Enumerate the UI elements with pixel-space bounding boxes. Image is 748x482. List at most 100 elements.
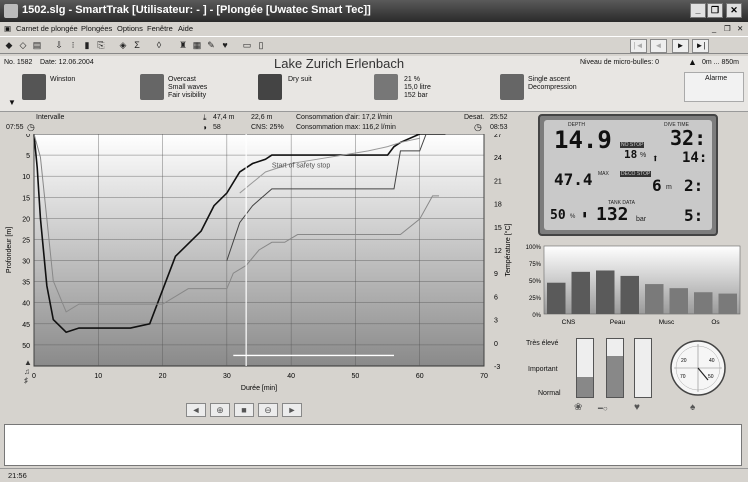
dive-icon[interactable]: ♜ bbox=[176, 39, 190, 52]
computer-icon[interactable]: ▦ bbox=[190, 39, 204, 52]
lcd-oxygen-percent: % bbox=[570, 214, 576, 220]
x-tick-label: 10 bbox=[94, 373, 102, 380]
lcd-deco-unit: m bbox=[666, 184, 672, 191]
last-dive-button[interactable]: ►| bbox=[692, 39, 709, 53]
expand-icon[interactable]: ▼ bbox=[8, 98, 16, 107]
next-dive-button[interactable]: ► bbox=[672, 39, 689, 53]
y2-tick-label: 0 bbox=[494, 341, 498, 348]
window-split-icon[interactable]: ▯ bbox=[254, 39, 268, 52]
playback-back-button[interactable]: ◄ bbox=[186, 403, 206, 417]
x-tick-label: 30 bbox=[223, 373, 231, 380]
alarm-box: Alarme bbox=[684, 72, 744, 102]
mdi-minimize-button[interactable]: _ bbox=[712, 24, 716, 33]
print-icon[interactable]: ▤ bbox=[30, 39, 44, 52]
gas-pressure: 152 bar bbox=[404, 92, 428, 99]
delete-icon[interactable]: ▮ bbox=[80, 39, 94, 52]
window-icon[interactable]: ▭ bbox=[240, 39, 254, 52]
altitude-range: 0m ... 850m bbox=[702, 59, 739, 66]
y-axis-label: Profondeur [m] bbox=[6, 227, 13, 273]
tissue-bar bbox=[718, 293, 737, 314]
stop-button[interactable]: ■ bbox=[234, 403, 254, 417]
playback-forward-button[interactable]: ► bbox=[282, 403, 302, 417]
tissue-y-tick: 75% bbox=[529, 262, 542, 268]
lcd-dive-time: 32: bbox=[670, 126, 707, 150]
air-consumption: Consommation d'air: 17,2 l/min bbox=[296, 114, 393, 121]
download-icon[interactable]: ⇩ bbox=[52, 39, 66, 52]
suit-type: Dry suit bbox=[288, 76, 312, 83]
tissue-bar bbox=[596, 270, 615, 314]
compass-tick-20: 20 bbox=[681, 358, 687, 364]
x-tick-label: 40 bbox=[287, 373, 295, 380]
mdi-restore-button[interactable]: ❐ bbox=[724, 24, 731, 33]
logbook-icon[interactable]: ◆ bbox=[2, 39, 16, 52]
dive-location: Lake Zurich Erlenbach bbox=[274, 56, 405, 71]
dive-info-header: No. 1582 Date: 12.06.2004 Lake Zurich Er… bbox=[0, 56, 748, 112]
previous-dive-button[interactable]: ◄ bbox=[650, 39, 667, 53]
dive-profile-chart[interactable]: 0 10 20 30 40 50 60 700510152025303540455027242… bbox=[0, 134, 514, 402]
gas-oxygen: 21 % bbox=[404, 76, 420, 83]
max-depth-icon: ⤓ bbox=[203, 113, 207, 122]
workload-panel: Très élevé Important Normal ❀ ━○ ♥ 20 40… bbox=[518, 334, 746, 422]
tissue-category-label: Os bbox=[711, 319, 720, 326]
workload-fill-2 bbox=[607, 356, 623, 397]
lcd-pressure: 132 bbox=[596, 204, 629, 225]
bubbles-icon: ❀ bbox=[574, 402, 583, 413]
lcd-deco-label: DECO STOP bbox=[620, 171, 652, 177]
title-bar: 1502.slg - SmartTrak [Utilisateur: - ] -… bbox=[0, 0, 748, 22]
dive-number: No. 1582 bbox=[4, 59, 33, 66]
menu-carnet[interactable]: Carnet de plongée bbox=[16, 24, 78, 33]
tissue-y-tick: 100% bbox=[526, 245, 542, 251]
lcd-stop-time: 14: bbox=[682, 150, 708, 166]
first-dive-button[interactable]: |◄ bbox=[630, 39, 647, 53]
compass-tick-50: 50 bbox=[708, 374, 714, 380]
location-icon[interactable]: ◊ bbox=[152, 39, 166, 52]
diver-icon[interactable]: ◈ bbox=[116, 39, 130, 52]
workload-normal-label: Normal bbox=[538, 390, 561, 397]
y2-tick-label: 21 bbox=[494, 178, 502, 185]
open-icon[interactable]: ◇ bbox=[16, 39, 30, 52]
sum-icon[interactable]: Σ bbox=[130, 39, 144, 52]
water-temp: 58 bbox=[213, 124, 221, 131]
app-icon bbox=[4, 4, 18, 18]
menu-fenetre[interactable]: Fenêtre bbox=[147, 24, 173, 33]
settings-icon[interactable]: ⁝ bbox=[66, 39, 80, 52]
zoom-in-button[interactable]: ⊕ bbox=[210, 403, 230, 417]
y2-tick-label: 27 bbox=[494, 134, 502, 139]
maximize-button[interactable]: ❐ bbox=[707, 3, 723, 18]
menu-icon[interactable]: ▣ bbox=[4, 24, 11, 33]
profile-ascent: Single ascent bbox=[528, 76, 571, 83]
y2-tick-label: 6 bbox=[494, 294, 498, 301]
avg-depth: 22,6 m bbox=[251, 114, 273, 121]
buddy-photo bbox=[22, 74, 46, 100]
y2-tick-label: 15 bbox=[494, 225, 502, 232]
compass-tick-40: 40 bbox=[709, 358, 715, 364]
chat-icon[interactable]: ✎ bbox=[204, 39, 218, 52]
heart-icon[interactable]: ♥ bbox=[218, 39, 232, 52]
lcd-percent: 18 bbox=[624, 148, 638, 161]
minimize-button[interactable]: _ bbox=[690, 3, 706, 18]
desat-label: Desat. bbox=[464, 114, 485, 121]
close-button[interactable]: ✕ bbox=[726, 3, 742, 18]
lcd-deco-depth: 6 bbox=[652, 176, 662, 195]
mdi-close-button[interactable]: ✕ bbox=[737, 24, 743, 33]
notes-textarea[interactable] bbox=[4, 424, 742, 466]
tissue-y-tick: 0% bbox=[532, 313, 541, 319]
y-tick-label: 0 bbox=[26, 134, 30, 139]
lcd-max-label: MAX bbox=[598, 171, 609, 177]
zoom-out-button[interactable]: ⊖ bbox=[258, 403, 278, 417]
dive-profile-panel: Intervalle 07:55 ◷ ⤓ 47,4 m 22,6 m ◑ 58 … bbox=[0, 112, 514, 400]
x-tick-label: 60 bbox=[416, 373, 424, 380]
menu-aide[interactable]: Aide bbox=[178, 24, 193, 33]
menu-plongees[interactable]: Plongées bbox=[81, 24, 112, 33]
lcd-oxygen: 50 bbox=[550, 208, 566, 223]
mountain-icon: ▲ bbox=[688, 57, 697, 67]
slider-icon: ━○ bbox=[598, 404, 608, 413]
tank-photo bbox=[374, 74, 398, 100]
weather-line-1: Overcast bbox=[168, 76, 197, 83]
y2-tick-label: -3 bbox=[494, 364, 500, 371]
copy-icon[interactable]: ⎘ bbox=[94, 39, 108, 52]
y2-tick-label: 24 bbox=[494, 155, 502, 162]
menu-options[interactable]: Options bbox=[117, 24, 143, 33]
status-bar: 21:56 bbox=[0, 468, 748, 482]
entry-time: 07:55 bbox=[6, 124, 24, 131]
